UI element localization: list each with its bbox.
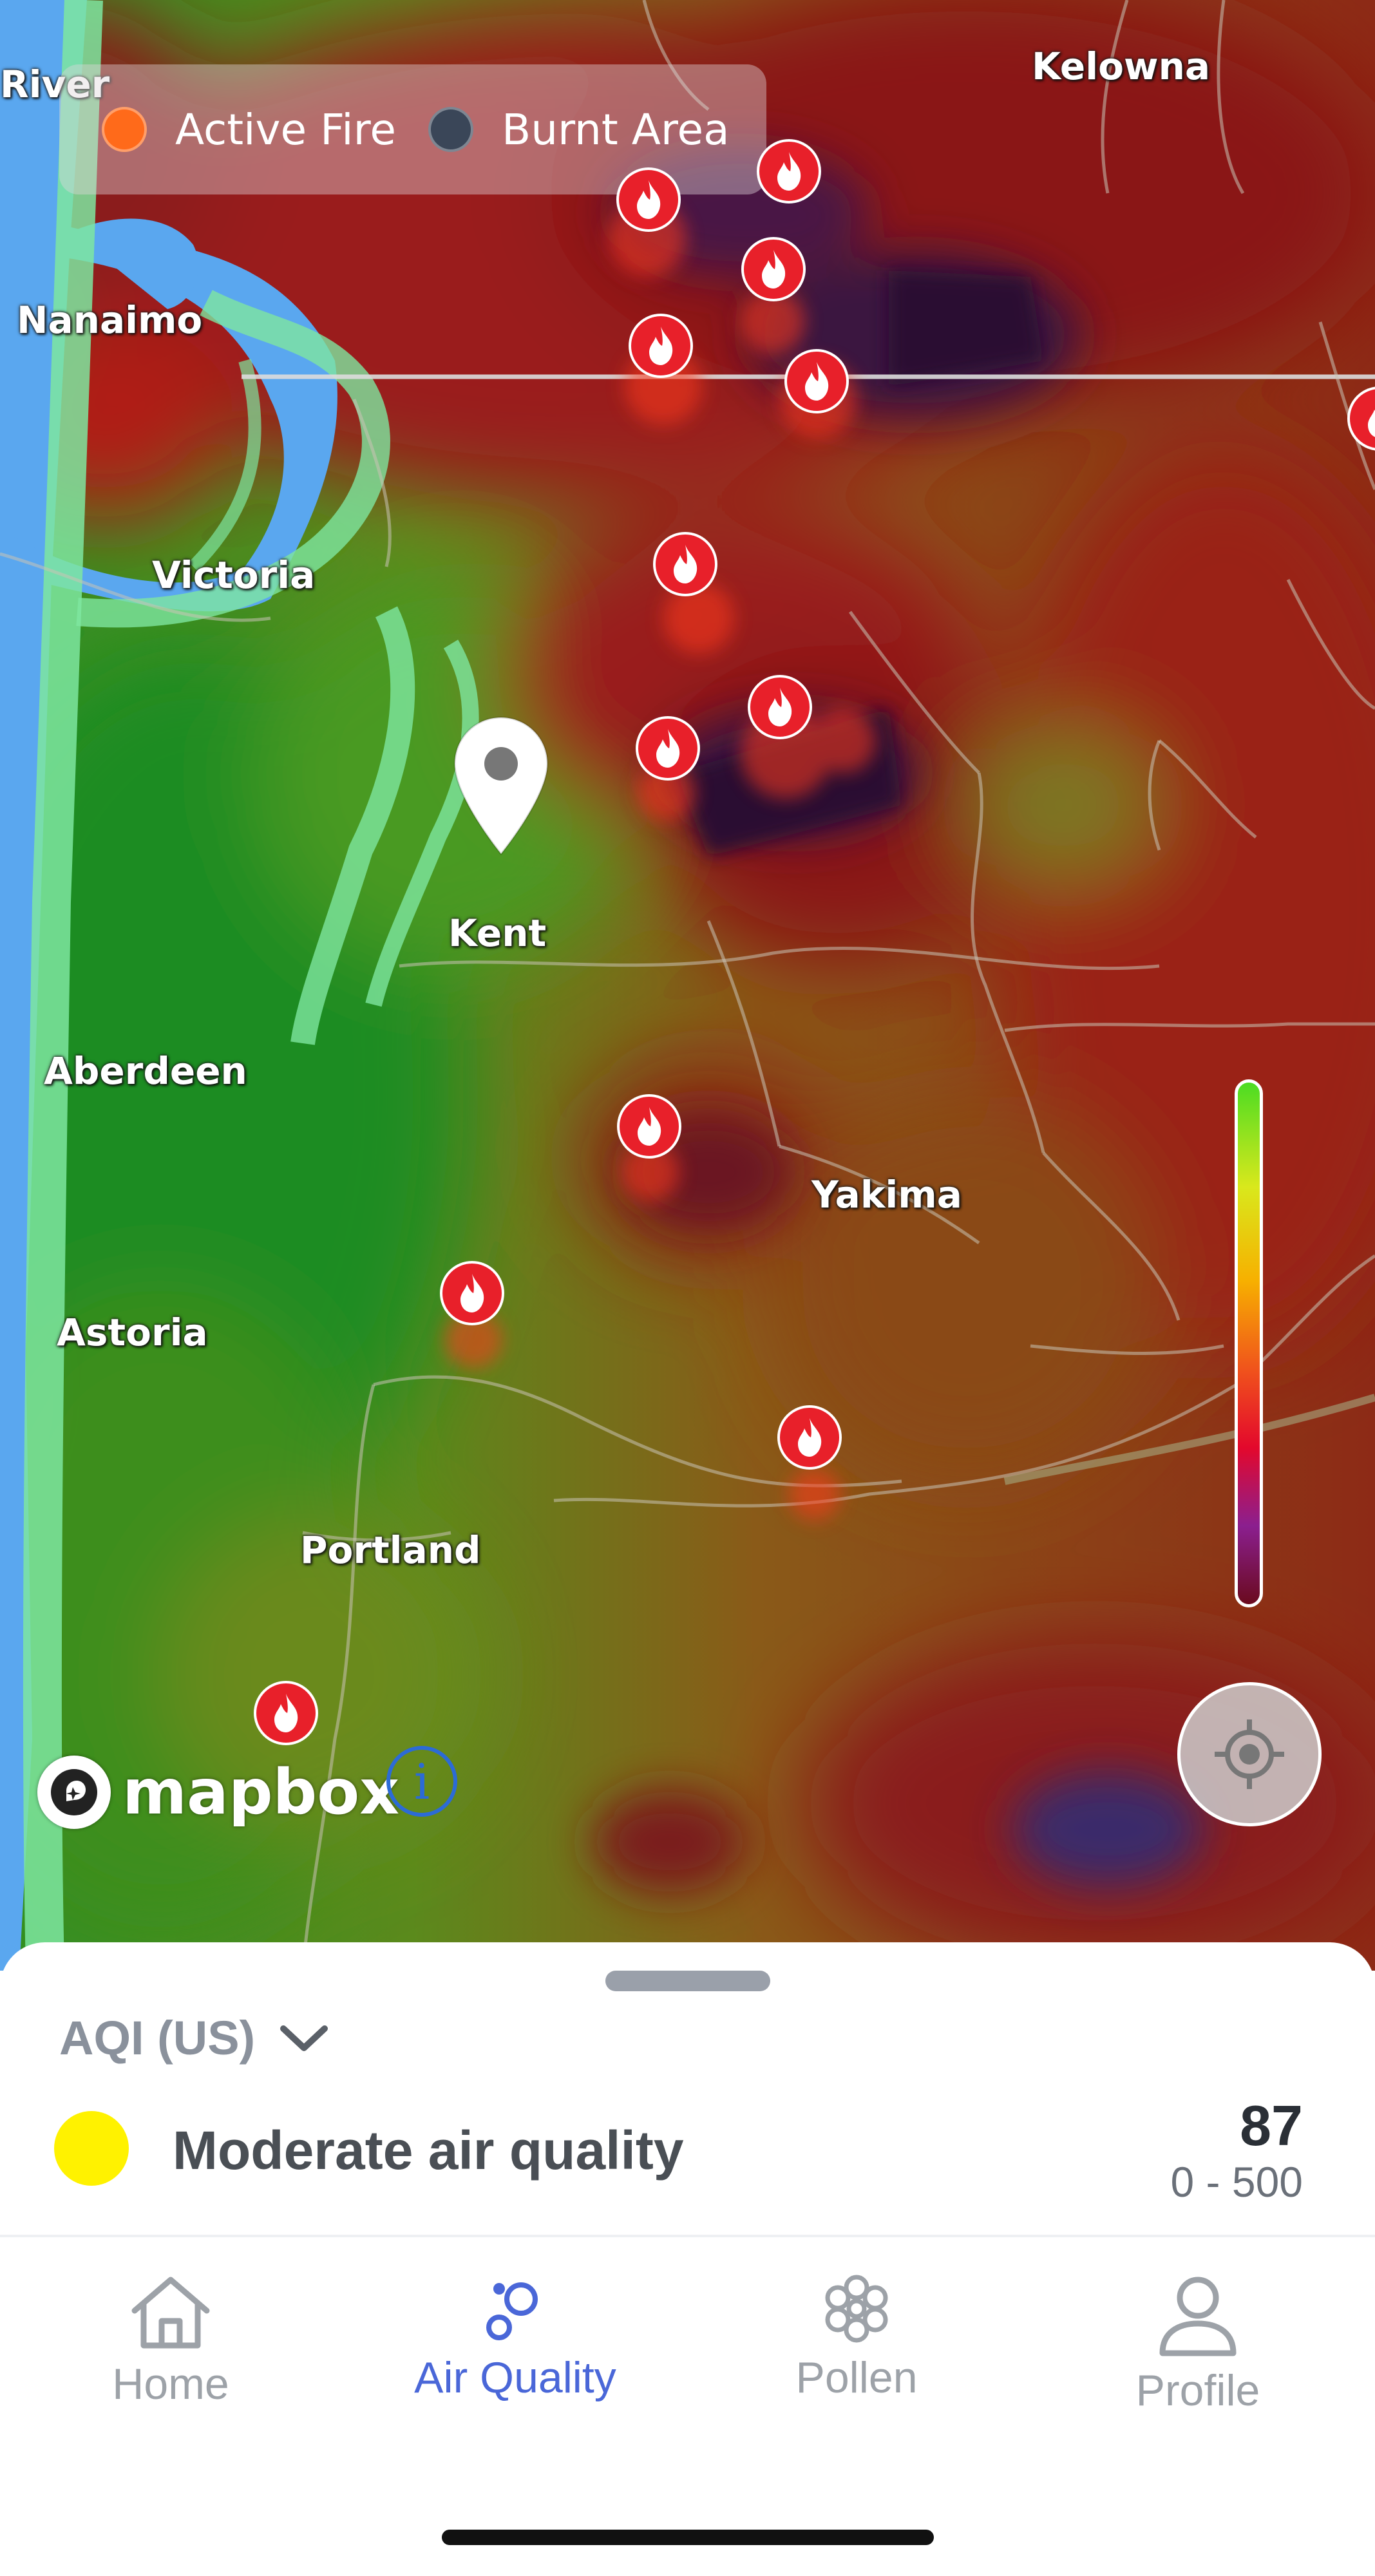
tab-profile[interactable]: Profile (1101, 2273, 1294, 2416)
mapbox-logo-icon (37, 1756, 111, 1829)
fire-marker[interactable] (615, 166, 682, 233)
location-pin-icon[interactable] (451, 715, 551, 857)
tab-label: Profile (1135, 2366, 1260, 2415)
legend-label-active-fire: Active Fire (175, 104, 396, 155)
fire-marker[interactable] (616, 1093, 683, 1160)
burnt-area-legend-dot (428, 107, 473, 152)
fire-marker[interactable] (439, 1260, 506, 1327)
air-quality-icon (486, 2282, 538, 2340)
aqi-range: 0 - 500 (1170, 2158, 1303, 2206)
map-base-layer (0, 0, 1375, 1971)
profile-icon (1159, 2277, 1237, 2356)
pollen-icon (825, 2275, 888, 2343)
aqi-status-dot (54, 2111, 129, 2186)
chevron-down-icon (280, 2025, 328, 2051)
city-label: Kelowna (1032, 44, 1211, 88)
city-label: Portland (300, 1528, 481, 1572)
mapbox-wordmark: mapbox (122, 1756, 400, 1828)
locate-me-button[interactable] (1177, 1682, 1322, 1826)
city-label: Astoria (57, 1311, 208, 1354)
fire-marker[interactable] (783, 348, 850, 415)
home-icon (131, 2277, 210, 2349)
city-label: Nanaimo (17, 298, 203, 342)
aqi-color-scale (1235, 1079, 1263, 1607)
legend-label-burnt-area: Burnt Area (501, 104, 730, 155)
fire-marker[interactable] (746, 674, 813, 741)
aqi-status-text: Moderate air quality (173, 2120, 684, 2181)
city-label: Victoria (152, 553, 316, 597)
air-quality-map[interactable]: River Kelowna Nanaimo Victoria Kent Aber… (0, 0, 1375, 1971)
info-icon: i (413, 1752, 430, 1810)
info-button[interactable]: i (386, 1746, 457, 1817)
aqi-value: 87 (1240, 2094, 1303, 2157)
tab-pollen[interactable]: Pollen (760, 2273, 953, 2403)
fire-marker[interactable] (740, 236, 807, 303)
city-label: Yakima (811, 1173, 962, 1217)
crosshair-icon (1215, 1719, 1284, 1789)
tab-label: Home (112, 2360, 229, 2409)
aqi-metric-label: AQI (US) (59, 2011, 256, 2065)
fire-marker[interactable] (634, 715, 701, 782)
active-fire-legend-dot (102, 107, 147, 152)
tab-home[interactable]: Home (97, 2273, 245, 2409)
mapbox-attribution[interactable]: mapbox (37, 1756, 399, 1829)
tab-air-quality[interactable]: Air Quality (386, 2273, 644, 2403)
fire-marker[interactable] (652, 531, 719, 598)
fire-marker[interactable] (1346, 385, 1375, 452)
fire-marker[interactable] (776, 1404, 843, 1471)
fire-marker[interactable] (252, 1680, 319, 1747)
city-label: Aberdeen (44, 1049, 247, 1093)
divider (0, 2235, 1375, 2237)
fire-marker[interactable] (627, 312, 694, 379)
tab-label: Air Quality (414, 2353, 616, 2402)
tab-label: Pollen (795, 2353, 918, 2402)
city-label: Kent (448, 911, 547, 955)
home-indicator (442, 2530, 934, 2545)
aqi-metric-selector[interactable]: AQI (US) (59, 2011, 330, 2065)
sheet-drag-handle[interactable] (605, 1971, 770, 1991)
fire-marker[interactable] (755, 138, 822, 205)
